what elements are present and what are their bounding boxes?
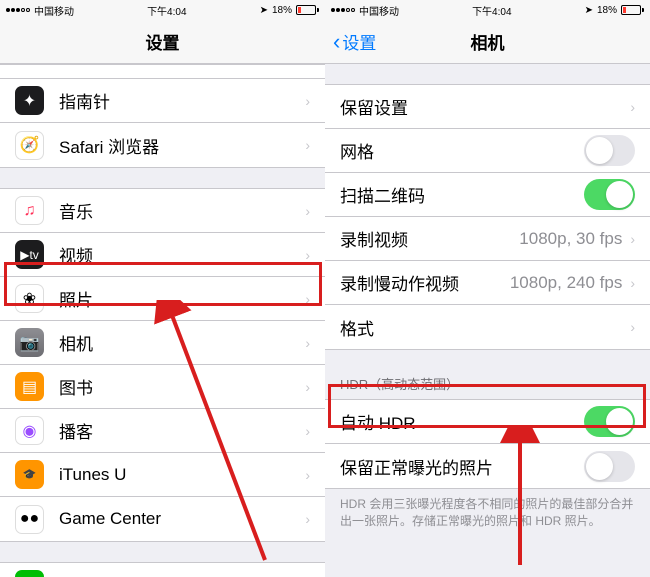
row-video[interactable]: ▶tv 视频 › (0, 233, 325, 277)
row-hidden[interactable] (0, 65, 325, 79)
photos-icon: ❀ (15, 284, 44, 313)
iqiyi-icon: iQ (15, 570, 44, 577)
row-record-video[interactable]: 录制视频 1080p, 30 fps › (325, 217, 650, 261)
chevron-right-icon: › (305, 137, 310, 153)
chevron-left-icon: ‹ (333, 29, 340, 55)
row-keep-settings[interactable]: 保留设置 › (325, 85, 650, 129)
location-icon: ➤ (585, 5, 593, 16)
row-itunesu[interactable]: 🎓 iTunes U › (0, 453, 325, 497)
row-format[interactable]: 格式 › (325, 305, 650, 349)
row-camera[interactable]: 📷 相机 › (0, 321, 325, 365)
row-record-slomo[interactable]: 录制慢动作视频 1080p, 240 fps › (325, 261, 650, 305)
chevron-right-icon: › (305, 247, 310, 263)
row-photos[interactable]: ❀ 照片 › (0, 277, 325, 321)
row-podcast[interactable]: ◉ 播客 › (0, 409, 325, 453)
carrier-label: 中国移动 (34, 3, 74, 18)
row-qr[interactable]: 扫描二维码 (325, 173, 650, 217)
compass-icon: ✦ (15, 86, 44, 115)
row-music[interactable]: ♫ 音乐 › (0, 189, 325, 233)
settings-screen: 中国移动 下午4:04 ➤ 18% 设置 ✦ 指南针 › 🧭 Safari 浏览… (0, 0, 325, 577)
row-gamecenter[interactable]: ●● Game Center › (0, 497, 325, 541)
location-icon: ➤ (260, 5, 268, 16)
chevron-right-icon: › (305, 93, 310, 109)
row-grid[interactable]: 网格 (325, 129, 650, 173)
status-bar: 中国移动 下午4:04 ➤ 18% (0, 0, 325, 20)
keep-normal-toggle[interactable] (584, 451, 635, 482)
row-books[interactable]: ▤ 图书 › (0, 365, 325, 409)
video-icon: ▶tv (15, 240, 44, 269)
row-auto-hdr[interactable]: 自动 HDR (325, 400, 650, 444)
itunesu-icon: 🎓 (15, 460, 44, 489)
time-label: 下午4:04 (147, 3, 186, 18)
row-compass[interactable]: ✦ 指南针 › (0, 79, 325, 123)
row-keep-normal[interactable]: 保留正常曝光的照片 (325, 444, 650, 488)
podcast-icon: ◉ (15, 416, 44, 445)
chevron-right-icon: › (305, 291, 310, 307)
page-title: 相机 (471, 29, 505, 54)
camera-icon: 📷 (15, 328, 44, 357)
gamecenter-icon: ●● (15, 505, 44, 534)
chevron-right-icon: › (305, 379, 310, 395)
books-icon: ▤ (15, 372, 44, 401)
row-iqiyi[interactable]: iQ 爱奇艺 › (0, 563, 325, 577)
battery-icon (296, 5, 319, 15)
music-icon: ♫ (15, 196, 44, 225)
grid-toggle[interactable] (584, 135, 635, 166)
auto-hdr-toggle[interactable] (584, 406, 635, 437)
chevron-right-icon: › (305, 511, 310, 527)
chevron-right-icon: › (630, 319, 635, 335)
safari-icon: 🧭 (15, 131, 44, 160)
page-title: 设置 (146, 29, 180, 54)
chevron-right-icon: › (305, 335, 310, 351)
row-safari[interactable]: 🧭 Safari 浏览器 › (0, 123, 325, 167)
chevron-right-icon: › (630, 275, 635, 291)
hdr-footer: HDR 会用三张曝光程度各不相同的照片的最佳部分合并出一张照片。存储正常曝光的照… (325, 489, 650, 537)
chevron-right-icon: › (305, 423, 310, 439)
chevron-right-icon: › (305, 467, 310, 483)
chevron-right-icon: › (630, 231, 635, 247)
battery-percent: 18% (272, 5, 292, 16)
camera-settings-screen: 中国移动 下午4:04 ➤ 18% ‹ 设置 相机 保留设置 › 网格 (325, 0, 650, 577)
chevron-right-icon: › (630, 99, 635, 115)
hdr-section-header: HDR（高动态范围） (325, 368, 650, 399)
nav-bar: ‹ 设置 相机 (325, 20, 650, 64)
battery-icon (621, 5, 644, 15)
nav-bar: 设置 (0, 20, 325, 64)
back-button[interactable]: ‹ 设置 (333, 29, 376, 55)
chevron-right-icon: › (305, 203, 310, 219)
qr-toggle[interactable] (584, 179, 635, 210)
status-bar: 中国移动 下午4:04 ➤ 18% (325, 0, 650, 20)
